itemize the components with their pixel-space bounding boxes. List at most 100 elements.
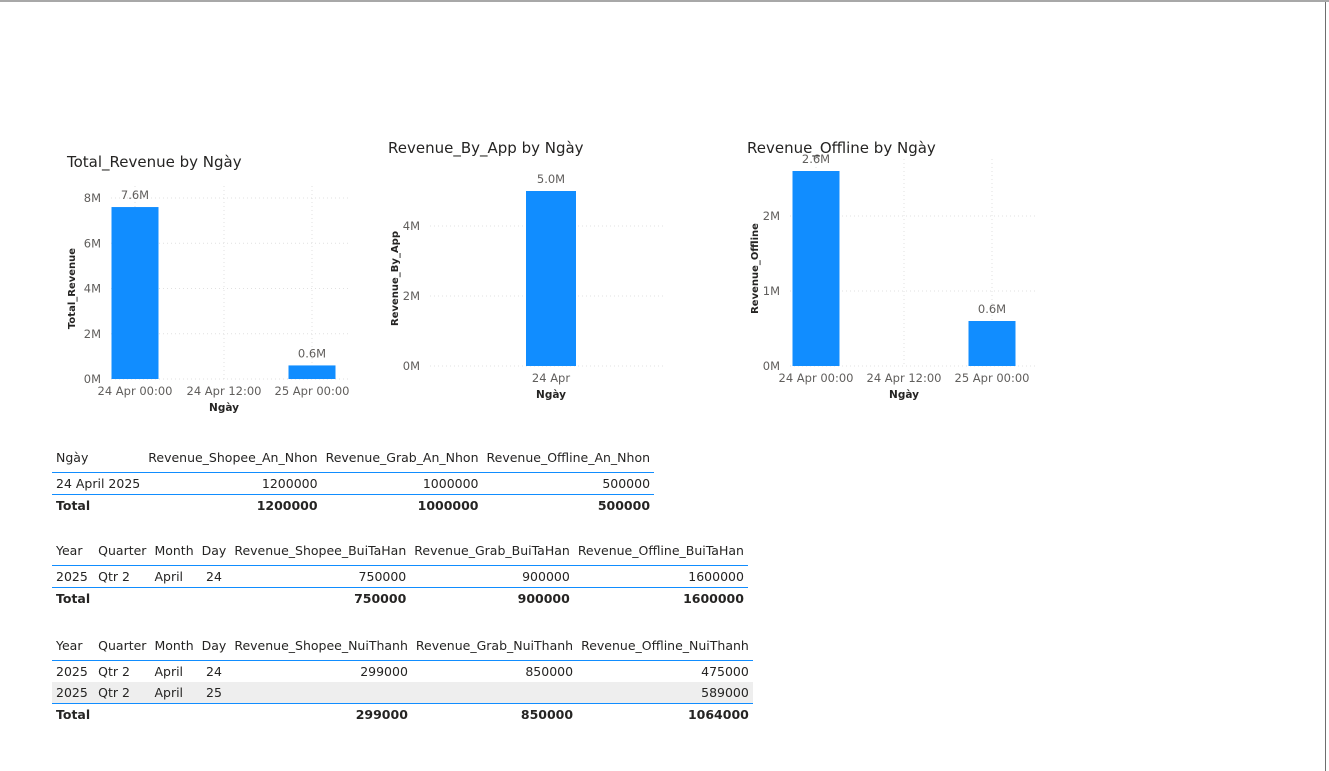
- table-row[interactable]: 2025 Qtr 2 April 24 299000 850000 475000: [52, 661, 753, 683]
- data-label: 7.6M: [121, 188, 149, 202]
- y-tick-label: 8M: [84, 191, 101, 205]
- column-header[interactable]: Month: [150, 631, 198, 661]
- table-cell: 1200000: [144, 494, 322, 516]
- data-label: 0.6M: [978, 302, 1006, 316]
- table-cell: April: [154, 664, 184, 679]
- column-header[interactable]: Revenue_Shopee_BuiTaHan: [230, 536, 411, 566]
- column-header[interactable]: Revenue_Grab_NuiThanh: [411, 631, 578, 661]
- table-cell: [94, 587, 151, 609]
- revenue-by-app-plot: 0M 2M 4M 5.0M 24 Apr Ngày Revenue_By_App: [390, 172, 665, 401]
- column-header[interactable]: Revenue_Shopee_An_Nhon: [144, 443, 322, 473]
- data-label: 5.0M: [537, 172, 565, 186]
- table-cell: April: [150, 682, 198, 704]
- table-cell: [94, 703, 151, 725]
- table-cell: 1200000: [261, 476, 318, 491]
- table-cell: 25: [197, 682, 231, 704]
- revenue-by-app-chart[interactable]: Revenue_By_App by Ngày 0M 2M 4M 5.0M 24 Apr N…: [380, 136, 680, 406]
- table-cell: 1000000: [422, 476, 479, 491]
- bar: [526, 191, 576, 366]
- revenue-offline-chart[interactable]: Revenue_Offline by Ngày 0M 1M 2M 2.6M 0.6M 24…: [740, 136, 1040, 406]
- table-cell: [150, 587, 198, 609]
- y-tick-label: 6M: [84, 236, 101, 250]
- table-header-row: Year Quarter Month Day Revenue_Shopee_Nu…: [52, 631, 753, 661]
- y-tick-label: 0M: [763, 359, 780, 373]
- column-header[interactable]: Year: [52, 536, 95, 566]
- bar: [288, 365, 336, 379]
- table-cell: [197, 587, 231, 609]
- table-cell: 750000: [230, 587, 411, 609]
- an-nhon-table[interactable]: Ngày Revenue_Shopee_An_Nhon Revenue_Grab…: [52, 443, 655, 516]
- column-header[interactable]: Day: [197, 536, 231, 566]
- column-header[interactable]: Revenue_Offline_NuiThanh: [577, 631, 753, 661]
- x-axis-title: Ngày: [209, 402, 239, 414]
- y-tick-label: 4M: [403, 219, 420, 233]
- bar: [792, 171, 840, 366]
- x-axis-title: Ngày: [889, 389, 919, 401]
- table-cell: [411, 682, 578, 704]
- table-cell: 1600000: [573, 587, 748, 609]
- table-cell: Total: [52, 494, 145, 516]
- y-tick-label: 0M: [403, 359, 420, 373]
- table-cell: 2025: [56, 664, 88, 679]
- table-cell: 299000: [230, 703, 412, 725]
- table-cell: 850000: [411, 703, 578, 725]
- data-label: 2.6M: [802, 152, 830, 166]
- total-revenue-plot: 0M2M4M6M8M 7.6M0.6M24 Apr 00:00 24 Apr 12:…: [67, 186, 350, 414]
- x-tick-label: 24 Apr 12:00: [187, 384, 262, 398]
- column-header[interactable]: Revenue_Offline_An_Nhon: [482, 443, 655, 473]
- table-cell: [230, 682, 412, 704]
- table-cell: April: [154, 569, 184, 584]
- column-header[interactable]: Revenue_Offline_BuiTaHan: [573, 536, 748, 566]
- table-cell: 900000: [410, 587, 574, 609]
- table-cell: 1600000: [688, 569, 744, 584]
- column-header[interactable]: Year: [52, 631, 95, 661]
- y-tick-label: 2M: [403, 289, 420, 303]
- table-cell: 24: [206, 569, 222, 584]
- bui-ta-han-table[interactable]: Year Quarter Month Day Revenue_Shopee_Bu…: [52, 536, 748, 609]
- x-tick-label: 24 Apr 00:00: [779, 371, 854, 385]
- table-cell: Qtr 2: [94, 682, 151, 704]
- column-header[interactable]: Quarter: [94, 536, 151, 566]
- column-header[interactable]: Day: [197, 631, 231, 661]
- table-total-row: Total 750000 900000 1600000: [52, 587, 748, 609]
- column-header[interactable]: Revenue_Grab_BuiTaHan: [410, 536, 574, 566]
- column-header[interactable]: Month: [150, 536, 198, 566]
- table-cell: 500000: [602, 476, 651, 491]
- table-cell: 2025: [56, 569, 88, 584]
- column-header[interactable]: Ngày: [52, 443, 145, 473]
- table-cell: 750000: [358, 569, 407, 584]
- x-tick-label: 24 Apr: [532, 371, 570, 385]
- table-cell: 2025: [52, 682, 95, 704]
- table-cell: 1000000: [321, 494, 483, 516]
- table-cell: 900000: [522, 569, 570, 584]
- table-cell: 500000: [482, 494, 655, 516]
- table-cell: 24 April 2025: [56, 476, 141, 491]
- table-total-row: Total 299000 850000 1064000: [52, 703, 753, 725]
- table-row[interactable]: 2025 Qtr 2 April 25 589000: [52, 682, 753, 704]
- column-header[interactable]: Revenue_Grab_An_Nhon: [321, 443, 483, 473]
- window-top-border: [0, 0, 1329, 2]
- y-axis-title: Revenue_Offline: [750, 223, 761, 314]
- data-label: 0.6M: [298, 346, 326, 360]
- y-axis-title: Revenue_By_App: [390, 231, 401, 326]
- table-cell: 299000: [360, 664, 408, 679]
- y-tick-label: 4M: [84, 282, 101, 296]
- table-header-row: Ngày Revenue_Shopee_An_Nhon Revenue_Grab…: [52, 443, 655, 473]
- x-tick-label: 25 Apr 00:00: [955, 371, 1030, 385]
- table-row[interactable]: 24 April 2025 1200000 1000000 500000: [52, 473, 654, 495]
- table-cell: 1064000: [577, 703, 753, 725]
- table-cell: Total: [52, 587, 95, 609]
- total-revenue-chart[interactable]: Total_Revenue by Ngày 0M 2M 4M 6M 8M 7.6M 0.6M…: [55, 150, 365, 420]
- table-cell: 589000: [577, 682, 753, 704]
- x-tick-label: 24 Apr 12:00: [867, 371, 942, 385]
- column-header[interactable]: Revenue_Shopee_NuiThanh: [230, 631, 412, 661]
- y-axis-title: Total_Revenue: [67, 248, 78, 329]
- column-header[interactable]: Quarter: [94, 631, 151, 661]
- nui-thanh-table[interactable]: Year Quarter Month Day Revenue_Shopee_Nu…: [52, 631, 753, 725]
- table-total-row: Total 1200000 1000000 500000: [52, 494, 655, 516]
- table-row[interactable]: 2025 Qtr 2 April 24 750000 900000 160000…: [52, 566, 748, 588]
- x-axis-title: Ngày: [536, 389, 566, 401]
- x-tick-label: 25 Apr 00:00: [275, 384, 350, 398]
- bar: [111, 207, 159, 379]
- window-right-border: [1325, 2, 1326, 771]
